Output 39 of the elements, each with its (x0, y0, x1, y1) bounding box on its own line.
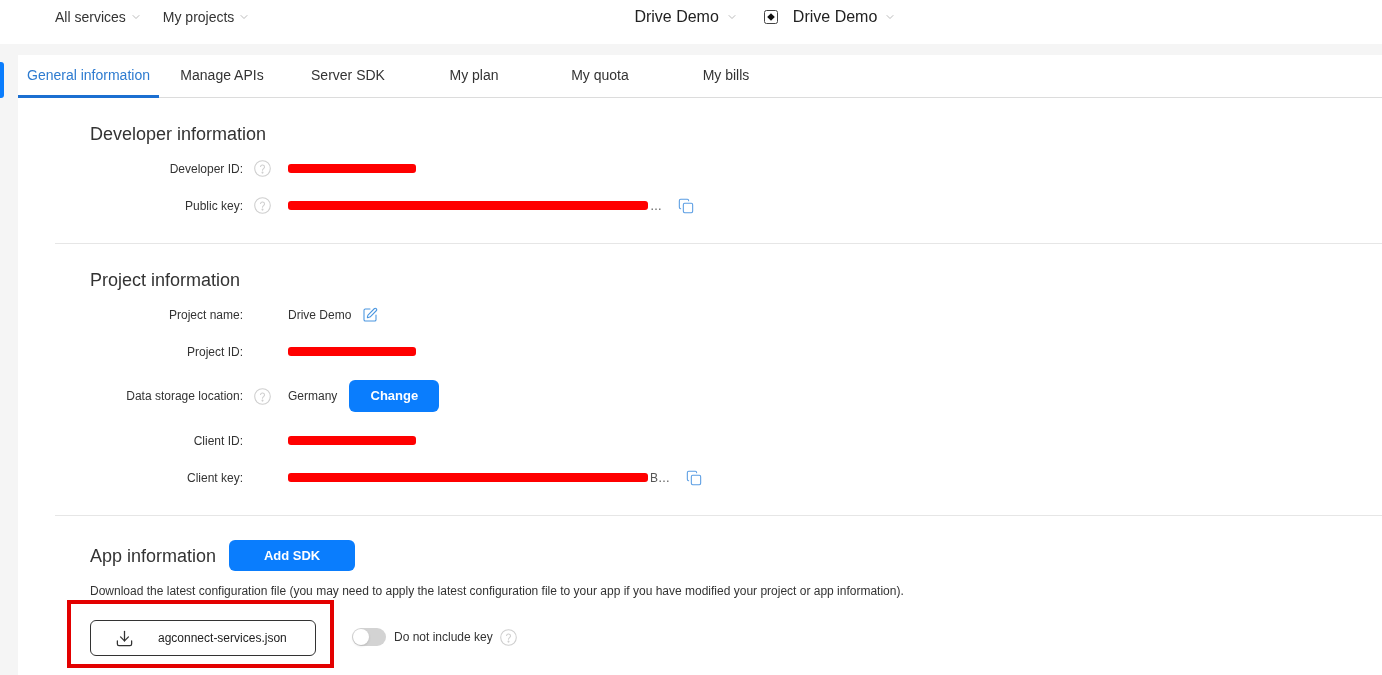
help-icon[interactable] (254, 197, 271, 214)
tab[interactable]: My quota (537, 55, 663, 98)
field-value: … (650, 197, 662, 215)
field-value: Drive Demo (288, 306, 352, 324)
field-label: Developer ID: (168, 160, 243, 178)
toggle-switch[interactable] (352, 628, 386, 646)
tab[interactable]: General information (18, 55, 159, 98)
field-label: Data storage location: (125, 388, 243, 405)
help-icon[interactable] (499, 628, 517, 646)
nav-menu[interactable]: My projects (162, 7, 251, 27)
copy-icon[interactable] (686, 469, 702, 486)
project-selector[interactable]: Drive Demo (634, 7, 738, 27)
field-label: Project name: (167, 306, 243, 324)
copy-icon[interactable] (678, 197, 694, 214)
tab[interactable]: My bills (663, 55, 789, 98)
field-label: Public key: (183, 197, 243, 215)
section-title: Project information (90, 269, 242, 292)
section-title: App information (90, 544, 217, 568)
tab[interactable]: My plan (411, 55, 537, 98)
help-icon[interactable] (254, 160, 271, 177)
tab[interactable]: Manage APIs (159, 55, 285, 98)
description-text: Download the latest configuration file (you may need to apply the latest configuration file to your app if you have modified your project or app information). (89, 583, 905, 599)
download-button[interactable]: agconnect-services.json (90, 620, 316, 656)
field-label: Client key: (185, 469, 243, 487)
change-button[interactable]: Change (349, 380, 440, 412)
tab[interactable]: Server SDK (285, 55, 411, 98)
field-label: Client ID: (192, 432, 243, 450)
field-value: B… (650, 469, 670, 487)
toggle-label: Do not include key (394, 629, 493, 646)
add-sdk-button[interactable]: Add SDK (229, 540, 356, 571)
project-selector[interactable]: Drive Demo (792, 7, 897, 27)
section-title: Developer information (90, 123, 268, 146)
field-value: Germany (288, 388, 338, 405)
download-icon (115, 628, 134, 648)
sidebar-handle[interactable] (0, 62, 4, 98)
edit-icon[interactable] (362, 306, 379, 323)
help-icon[interactable] (254, 387, 271, 405)
field-label: Project ID: (186, 343, 243, 361)
nav-menu[interactable]: All services (55, 7, 142, 27)
